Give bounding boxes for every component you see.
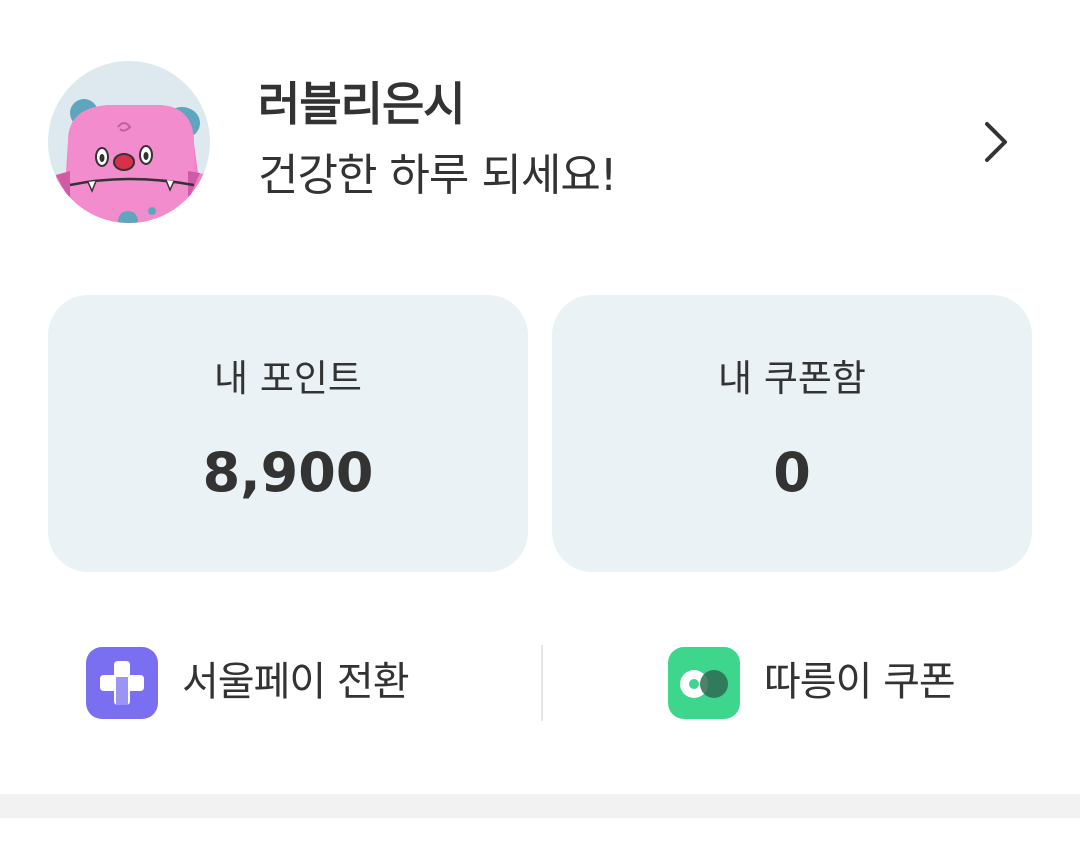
points-label: 내 포인트 (214, 357, 362, 400)
coupon-box-card[interactable]: 내 쿠폰함 0 (552, 295, 1032, 572)
section-separator (0, 794, 1080, 818)
ddareungi-bike-icon (668, 647, 740, 719)
seoulpay-convert-button[interactable]: 서울페이 전환 (86, 640, 506, 728)
profile-nickname: 러블리은시 (258, 77, 466, 131)
chevron-right-icon[interactable] (975, 118, 1015, 166)
profile-section[interactable]: 러블리은시 건강한 하루 되세요! (0, 0, 1080, 240)
points-card[interactable]: 내 포인트 8,900 (48, 295, 528, 572)
my-page: 러블리은시 건강한 하루 되세요! 내 포인트 8,900 내 쿠폰함 0 서울… (0, 0, 1080, 865)
profile-avatar (48, 61, 210, 223)
actions-divider (541, 645, 543, 721)
coupon-box-label: 내 쿠폰함 (718, 357, 866, 400)
ddareungi-coupon-label: 따릉이 쿠폰 (764, 659, 956, 705)
seoulpay-plus-icon (86, 647, 158, 719)
points-value: 8,900 (202, 441, 374, 504)
ddareungi-coupon-button[interactable]: 따릉이 쿠폰 (668, 640, 1048, 728)
profile-greeting: 건강한 하루 되세요! (258, 150, 617, 201)
coupon-box-value: 0 (773, 441, 811, 504)
seoulpay-convert-label: 서울페이 전환 (182, 659, 410, 705)
pink-monster-avatar-icon (54, 99, 210, 223)
